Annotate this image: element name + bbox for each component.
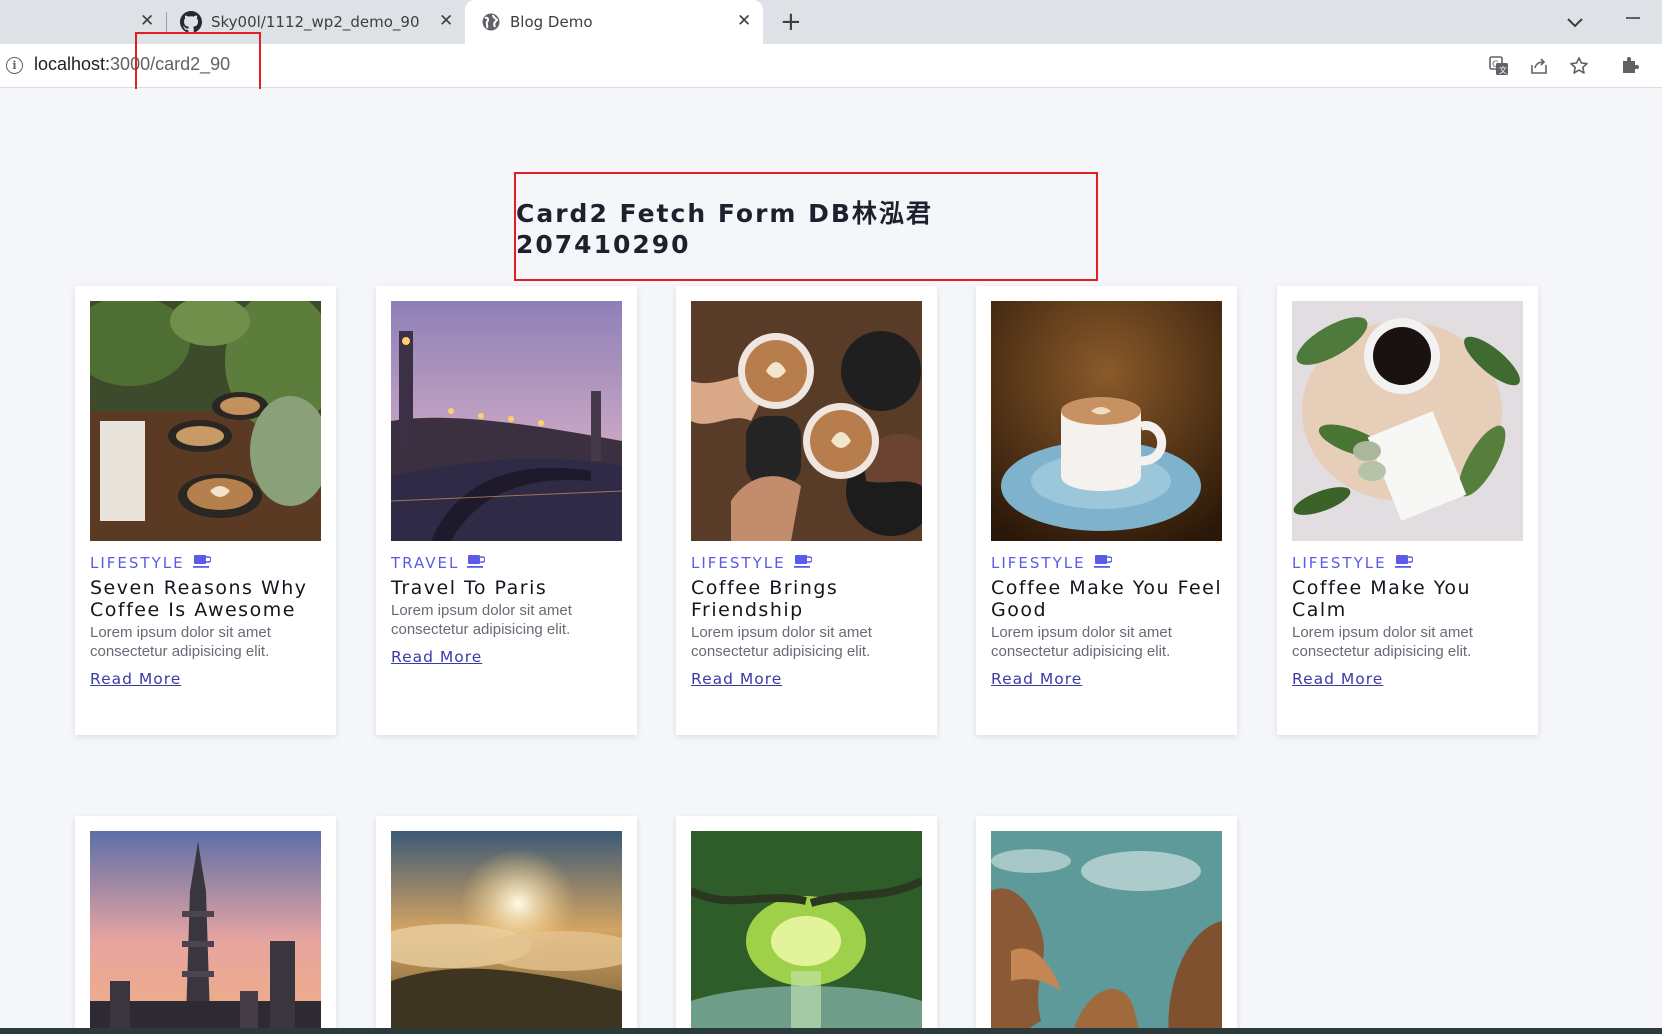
card-image-black-coffee-leaves [1292, 301, 1523, 541]
svg-text:文: 文 [1499, 65, 1507, 75]
blog-card [376, 816, 637, 1034]
card-image-mountain-sunrise-clouds [391, 831, 622, 1034]
card-title: Seven Reasons Why Coffee Is Awesome [90, 577, 308, 621]
card-description: Lorem ipsum dolor sit amet consectetur a… [991, 624, 1172, 660]
category-label: LIFESTYLE [691, 554, 786, 572]
card-image-blue-saucer-cup [991, 301, 1222, 541]
coffee-cup-icon [793, 554, 813, 572]
tab-separator [166, 12, 167, 32]
read-more-link[interactable]: Read More [1292, 670, 1383, 688]
annotation-highlight-url [135, 32, 261, 96]
card-description: Lorem ipsum dolor sit amet consectetur a… [90, 624, 271, 660]
coffee-cup-icon [1394, 554, 1414, 572]
blog-card: TRAVEL Travel To Paris Lorem ipsum dolor… [376, 286, 637, 735]
read-more-link[interactable]: Read More [991, 670, 1082, 688]
card-title: Coffee Make You Calm [1292, 577, 1472, 621]
tab-close-icon[interactable]: ✕ [140, 13, 154, 30]
tab-label: Sky00l/1112_wp2_demo_90 [211, 13, 420, 31]
read-more-link[interactable]: Read More [691, 670, 782, 688]
blog-card: LIFESTYLE Coffee Make You Feel Good Lore… [976, 286, 1237, 735]
blog-card [976, 816, 1237, 1034]
card-image-hands-latte-cheers [691, 301, 922, 541]
card-category: LIFESTYLE [90, 554, 212, 572]
blog-card: LIFESTYLE Coffee Make You Calm Lorem ips… [1277, 286, 1538, 735]
svg-text:G: G [1492, 60, 1499, 70]
blog-card [676, 816, 937, 1034]
category-label: LIFESTYLE [90, 554, 185, 572]
read-more-link[interactable]: Read More [90, 670, 181, 688]
url-host: localhost: [34, 54, 111, 74]
card-category: LIFESTYLE [691, 554, 813, 572]
tab-blog-demo[interactable]: Blog Demo ✕ [465, 0, 763, 44]
card-description: Lorem ipsum dolor sit amet consectetur a… [1292, 624, 1473, 660]
taskbar-strip [0, 1028, 1662, 1034]
card-category: TRAVEL [391, 554, 487, 572]
chevron-down-icon[interactable] [1566, 14, 1584, 33]
star-icon[interactable] [1568, 55, 1590, 77]
card-description: Lorem ipsum dolor sit amet consectetur a… [691, 624, 872, 660]
info-icon[interactable]: i [6, 57, 23, 74]
category-label: LIFESTYLE [991, 554, 1086, 572]
category-label: TRAVEL [391, 554, 460, 572]
page-title-box: Card2 Fetch Form DB林泓君207410290 [514, 172, 1098, 281]
blog-card [75, 816, 336, 1034]
tab-close-icon[interactable]: ✕ [439, 13, 453, 30]
card-title: Coffee Make You Feel Good [991, 577, 1223, 621]
share-icon[interactable] [1528, 55, 1550, 77]
card-category: LIFESTYLE [991, 554, 1113, 572]
card-image-coffee-cups-plants [90, 301, 321, 541]
card-category: LIFESTYLE [1292, 554, 1414, 572]
page-content: Card2 Fetch Form DB林泓君207410290 LIFESTYL… [0, 89, 1662, 1034]
translate-icon[interactable]: G文 [1488, 55, 1510, 77]
minimize-icon[interactable] [1624, 8, 1642, 34]
card-image-paris-bridge-dusk [391, 301, 622, 541]
tab-label: Blog Demo [510, 13, 593, 31]
card-title: Coffee Brings Friendship [691, 577, 839, 621]
coffee-cup-icon [1093, 554, 1113, 572]
tab-close-icon[interactable]: ✕ [737, 13, 751, 30]
card-description: Lorem ipsum dolor sit amet consectetur a… [391, 602, 572, 638]
page-title: Card2 Fetch Form DB林泓君207410290 [516, 199, 933, 259]
card-image-taipei-101-sunset [90, 831, 321, 1034]
read-more-link[interactable]: Read More [391, 648, 482, 666]
extensions-icon[interactable] [1618, 55, 1640, 77]
blog-card: LIFESTYLE Seven Reasons Why Coffee Is Aw… [75, 286, 336, 735]
coffee-cup-icon [467, 554, 487, 572]
blog-card: LIFESTYLE Coffee Brings Friendship Lorem… [676, 286, 937, 735]
card-image-rock-formations-sea [991, 831, 1222, 1034]
coffee-cup-icon [192, 554, 212, 572]
category-label: LIFESTYLE [1292, 554, 1387, 572]
globe-icon [481, 12, 501, 36]
card-title: Travel To Paris [391, 577, 548, 599]
new-tab-button[interactable]: + [780, 9, 802, 35]
card-image-green-tree-tunnel-river [691, 831, 922, 1034]
